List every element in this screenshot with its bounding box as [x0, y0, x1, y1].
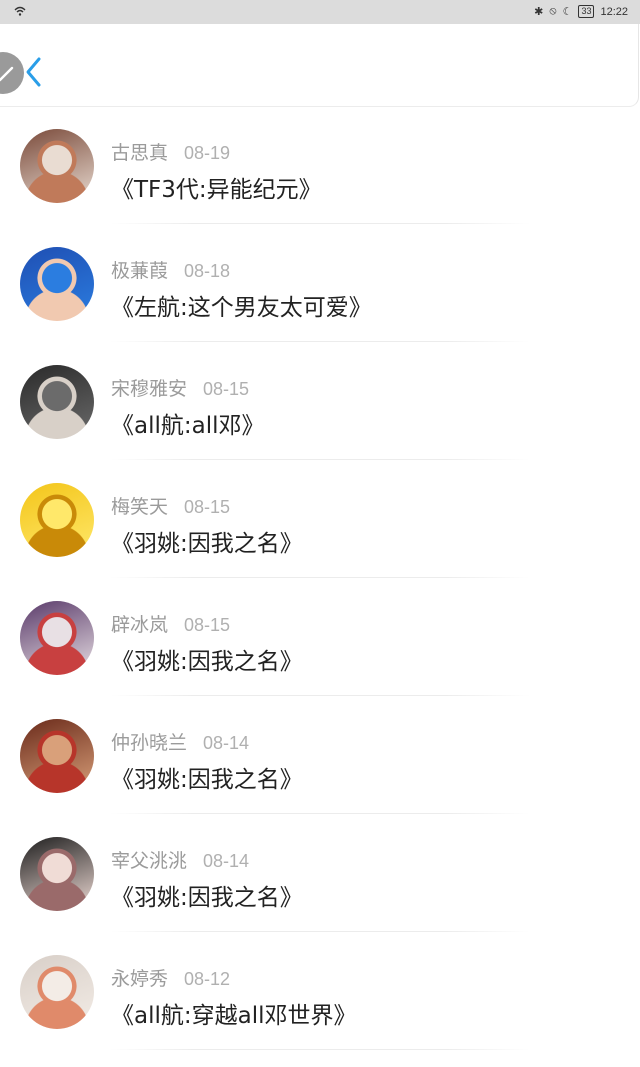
- user-name: 永婷秀: [111, 968, 169, 990]
- post-date: 08-15: [203, 379, 250, 399]
- avatar[interactable]: [20, 129, 94, 203]
- list-item[interactable]: 仲孙晓兰 08-14 《羽姚:因我之名》: [0, 696, 640, 814]
- post-date: 08-15: [184, 615, 231, 635]
- avatar[interactable]: [20, 601, 94, 675]
- avatar[interactable]: [20, 955, 94, 1029]
- list-item[interactable]: 辟冰岚 08-15 《羽姚:因我之名》: [0, 578, 640, 696]
- mute-icon: ⦸: [549, 5, 557, 17]
- user-name: 宰父洮洮: [111, 850, 188, 872]
- list-item[interactable]: 极蒹葭 08-18 《左航:这个男友太可爱》: [0, 224, 640, 342]
- list-item[interactable]: 永婷秀 08-12 《all航:穿越all邓世界》: [0, 932, 640, 1050]
- user-name: 宋穆雅安: [111, 378, 188, 400]
- list-item[interactable]: 宰父洮洮 08-14 《羽姚:因我之名》: [0, 814, 640, 932]
- user-name: 仲孙晓兰: [111, 732, 188, 754]
- avatar[interactable]: [20, 719, 94, 793]
- list-item[interactable]: 宋穆雅安 08-15 《all航:all邓》: [0, 342, 640, 460]
- clock: 12:22: [600, 5, 628, 18]
- work-title[interactable]: 《all航:穿越all邓世界》: [111, 996, 357, 1030]
- moon-icon: ☾: [562, 6, 573, 18]
- user-name: 古思真: [111, 142, 169, 164]
- post-date: 08-18: [184, 261, 231, 281]
- work-title[interactable]: 《左航:这个男友太可爱》: [111, 288, 372, 322]
- post-date: 08-19: [184, 143, 231, 163]
- status-bar: ✱ ⦸ ☾ 33 12:22: [0, 0, 640, 24]
- list-item[interactable]: 古思真 08-19 《TF3代:异能纪元》: [0, 106, 640, 224]
- edit-floating-button[interactable]: [0, 52, 24, 94]
- work-title[interactable]: 《all航:all邓》: [111, 406, 265, 440]
- user-name: 极蒹葭: [111, 260, 169, 282]
- back-button[interactable]: [22, 54, 46, 90]
- divider: [110, 1049, 530, 1050]
- battery-indicator: 33: [578, 5, 595, 18]
- chevron-left-icon: [26, 57, 41, 87]
- bluetooth-icon: ✱: [534, 6, 544, 18]
- avatar[interactable]: [20, 365, 94, 439]
- post-list: 古思真 08-19 《TF3代:异能纪元》 极蒹葭 08-18 《左航:这个男友太可…: [0, 106, 640, 1050]
- post-date: 08-14: [203, 851, 250, 871]
- work-title[interactable]: 《羽姚:因我之名》: [111, 760, 303, 794]
- top-toolbar: [0, 24, 639, 107]
- work-title[interactable]: 《羽姚:因我之名》: [111, 524, 303, 558]
- user-name: 梅笑天: [111, 496, 169, 518]
- post-date: 08-15: [184, 497, 231, 517]
- work-title[interactable]: 《羽姚:因我之名》: [111, 642, 303, 676]
- pencil-icon: [0, 66, 14, 82]
- avatar[interactable]: [20, 483, 94, 557]
- work-title[interactable]: 《羽姚:因我之名》: [111, 878, 303, 912]
- avatar[interactable]: [20, 837, 94, 911]
- wifi-icon: [14, 6, 26, 19]
- post-date: 08-12: [184, 969, 231, 989]
- user-name: 辟冰岚: [111, 614, 169, 636]
- list-item[interactable]: 梅笑天 08-15 《羽姚:因我之名》: [0, 460, 640, 578]
- work-title[interactable]: 《TF3代:异能纪元》: [111, 170, 322, 204]
- post-date: 08-14: [203, 733, 250, 753]
- avatar[interactable]: [20, 247, 94, 321]
